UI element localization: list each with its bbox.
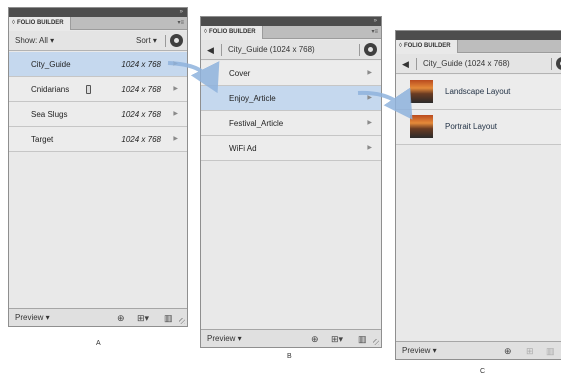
flow-arrows (167, 60, 413, 120)
flow-arrow-b-to-c (357, 87, 413, 120)
flow-arrow-a-to-b (167, 60, 220, 94)
